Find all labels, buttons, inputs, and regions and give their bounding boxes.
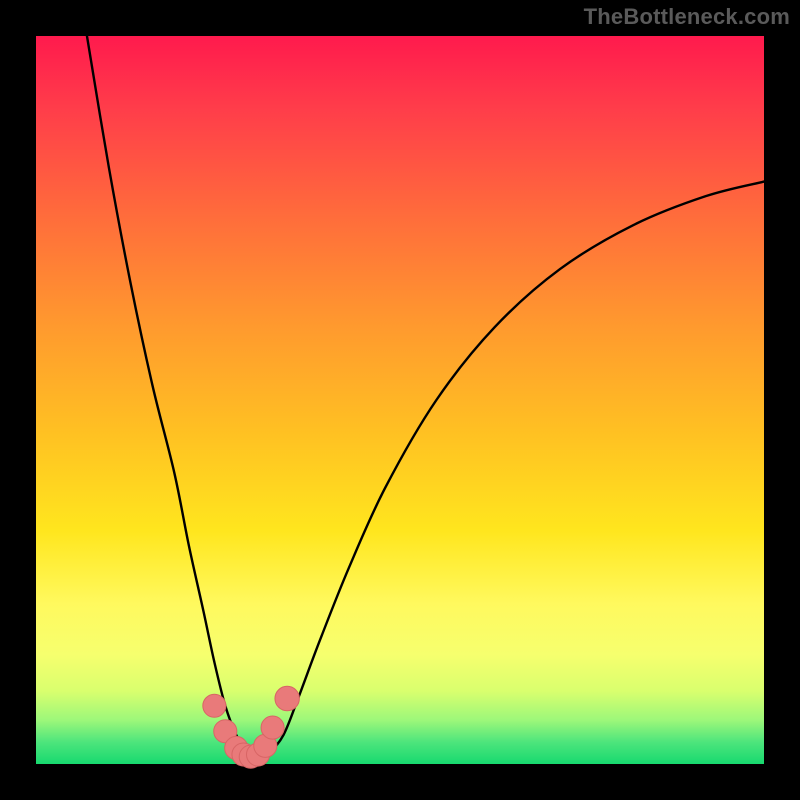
chart-frame: TheBottleneck.com — [0, 0, 800, 800]
bottleneck-curve — [36, 36, 764, 764]
plot-area — [36, 36, 764, 764]
curve-marker — [275, 686, 299, 710]
watermark-text: TheBottleneck.com — [584, 4, 790, 30]
curve-marker — [261, 716, 284, 739]
curve-marker — [203, 694, 226, 717]
